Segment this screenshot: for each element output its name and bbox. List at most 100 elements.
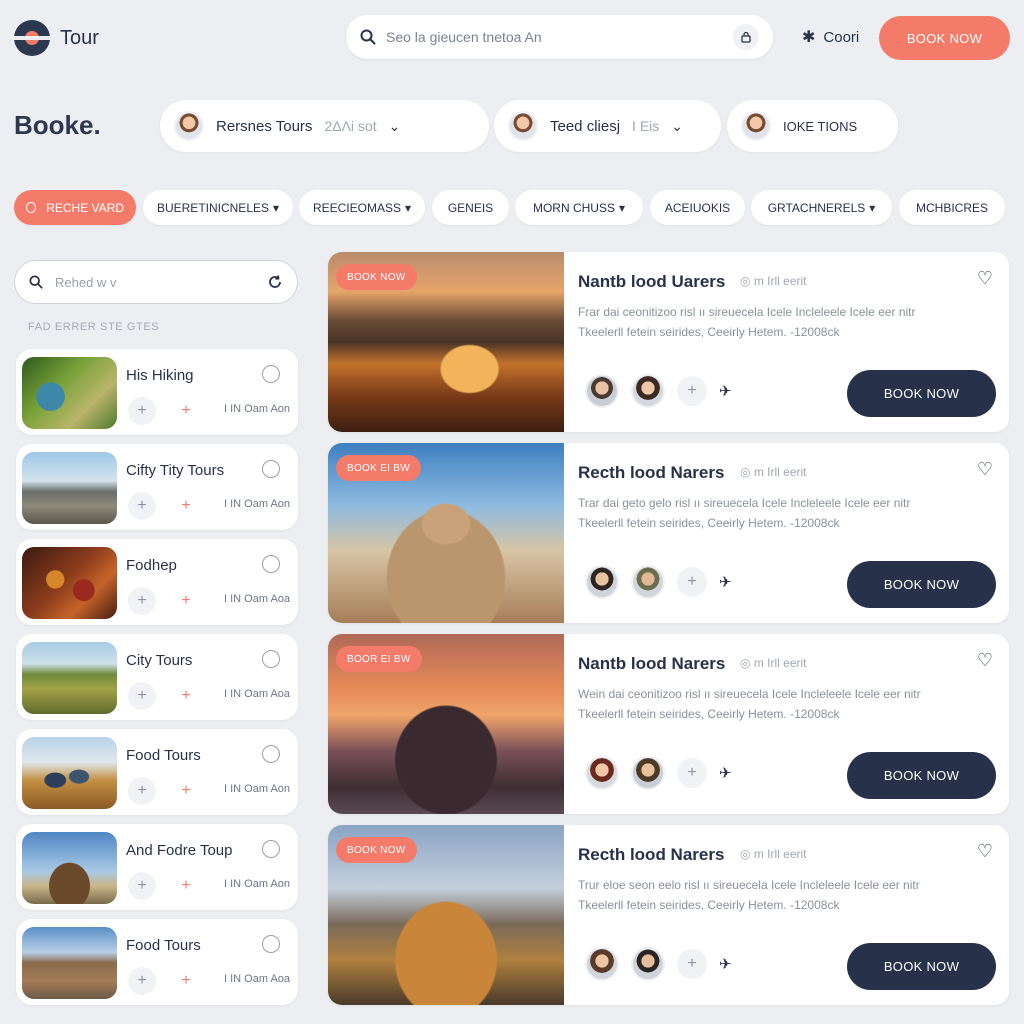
- tour-badge[interactable]: BOOK EI BW: [336, 455, 422, 481]
- heart-icon[interactable]: ♡: [977, 841, 993, 862]
- filter-chip-label: MORN CHUSS: [532, 200, 615, 215]
- global-search-input[interactable]: Seo la gieucen tnetoa An: [346, 15, 773, 59]
- filter-chip-label: RECHE VARD: [46, 200, 124, 215]
- plane-icon[interactable]: ✈: [719, 573, 732, 591]
- add-guide-icon[interactable]: +: [677, 376, 707, 406]
- sidebar-tour-item[interactable]: And Fodre Toup + + I IN Oam Aon: [16, 824, 298, 910]
- tour-thumbnail: [22, 832, 117, 904]
- coori-menu[interactable]: ✱ Coori: [802, 27, 859, 47]
- tour-card[interactable]: BOOK NOW Nantb lood Uarers ◎ m Irll eeri…: [328, 252, 1009, 432]
- filter-chip-6[interactable]: ACEIUOKIS: [650, 190, 745, 225]
- guide-avatar[interactable]: [631, 374, 665, 408]
- plus-icon[interactable]: +: [172, 682, 200, 710]
- tour-tag: ◎ m Irll eerit: [740, 465, 807, 479]
- add-icon[interactable]: +: [128, 587, 156, 615]
- add-icon[interactable]: +: [128, 682, 156, 710]
- filter-chip-label: ACEIUOKIS: [664, 200, 731, 215]
- guide-avatar[interactable]: [585, 565, 619, 599]
- sidebar-search-input[interactable]: Rehed w v: [14, 260, 298, 304]
- sidebar-tour-item[interactable]: City Tours + + I IN Oam Aoa: [16, 634, 298, 720]
- guide-avatar[interactable]: [631, 947, 665, 981]
- pin-icon: ◎: [740, 465, 754, 479]
- filter-chip-2[interactable]: BUERETINICNELES ▾: [143, 190, 293, 225]
- plane-icon[interactable]: ✈: [719, 764, 732, 782]
- plus-icon[interactable]: +: [172, 492, 200, 520]
- guide-avatar[interactable]: [631, 565, 665, 599]
- sidebar-item-title: Food Tours: [126, 937, 201, 954]
- add-guide-icon[interactable]: +: [677, 949, 707, 979]
- guide-avatar[interactable]: [585, 756, 619, 790]
- app-logo[interactable]: Tour: [14, 20, 99, 56]
- tour-tag: ◎ m Irll eerit: [740, 847, 807, 861]
- select-radio[interactable]: [262, 745, 280, 763]
- select-radio[interactable]: [262, 650, 280, 668]
- plus-icon[interactable]: +: [172, 967, 200, 995]
- filter-chip-3[interactable]: REECIEOMASS ▾: [299, 190, 425, 225]
- guide-avatar[interactable]: [585, 374, 619, 408]
- select-radio[interactable]: [262, 365, 280, 383]
- chevron-down-icon: ▾: [405, 200, 412, 215]
- sidebar-tour-item[interactable]: Food Tours + + I IN Oam Aoa: [16, 919, 298, 1005]
- add-guide-icon[interactable]: +: [677, 567, 707, 597]
- plane-icon[interactable]: ✈: [719, 955, 732, 973]
- plus-icon[interactable]: +: [172, 777, 200, 805]
- tour-badge[interactable]: BOOR EI BW: [336, 646, 422, 672]
- plus-icon[interactable]: +: [172, 587, 200, 615]
- sidebar-tour-item[interactable]: His Hiking + + I IN Oam Aon: [16, 349, 298, 435]
- tour-badge[interactable]: BOOK NOW: [336, 837, 417, 863]
- tour-card[interactable]: BOOR EI BW Nantb lood Narers ◎ m Irll ee…: [328, 634, 1009, 814]
- heart-icon[interactable]: ♡: [977, 459, 993, 480]
- tour-guides: + ✈: [585, 565, 732, 599]
- lock-icon[interactable]: [733, 24, 759, 50]
- filter-chip-label: MCHBICRES: [915, 200, 988, 215]
- tour-card[interactable]: BOOK NOW Recth lood Narers ◎ m Irll eeri…: [328, 825, 1009, 1005]
- sidebar-tour-item[interactable]: Fodhep + + I IN Oam Aoa: [16, 539, 298, 625]
- select-radio[interactable]: [262, 555, 280, 573]
- plus-icon[interactable]: +: [172, 872, 200, 900]
- add-guide-icon[interactable]: +: [677, 758, 707, 788]
- plus-icon[interactable]: +: [172, 397, 200, 425]
- header-book-now-button[interactable]: BOOK NOW: [879, 16, 1010, 60]
- tour-badge[interactable]: BOOK NOW: [336, 264, 417, 290]
- sidebar-item-title: Food Tours: [126, 747, 201, 764]
- coori-label: Coori: [823, 28, 860, 46]
- guide-avatar[interactable]: [585, 947, 619, 981]
- sidebar-item-title: Fodhep: [126, 557, 177, 574]
- select-radio[interactable]: [262, 935, 280, 953]
- guide-selector-2[interactable]: Teed cliesj I Eis ⌄: [494, 100, 721, 152]
- refresh-icon[interactable]: [267, 274, 283, 290]
- tour-card[interactable]: BOOK EI BW Recth lood Narers ◎ m Irll ee…: [328, 443, 1009, 623]
- add-icon[interactable]: +: [128, 492, 156, 520]
- book-now-button[interactable]: BOOK NOW: [847, 752, 996, 799]
- sidebar-tour-item[interactable]: Food Tours + + I IN Oam Aon: [16, 729, 298, 815]
- guide-selector-sub: 2ΔΛi sot: [324, 118, 377, 134]
- sidebar-tour-item[interactable]: Cifty Tity Tours + + I IN Oam Aon: [16, 444, 298, 530]
- chevron-down-icon: ⌄: [671, 117, 684, 134]
- plane-icon[interactable]: ✈: [719, 382, 732, 400]
- tour-title: Recth lood Narers: [578, 845, 725, 864]
- filter-chip-5[interactable]: MORN CHUSS ▾: [515, 190, 643, 225]
- heart-icon[interactable]: ♡: [977, 268, 993, 289]
- book-now-button[interactable]: BOOK NOW: [847, 370, 996, 417]
- add-icon[interactable]: +: [128, 967, 156, 995]
- search-placeholder: Seo la gieucen tnetoa An: [386, 29, 542, 45]
- book-now-button[interactable]: BOOK NOW: [847, 943, 996, 990]
- guide-selector-1[interactable]: Rersnes Tours 2ΔΛi sot ⌄: [160, 100, 489, 152]
- filter-chip-7[interactable]: GRTACHNERELS ▾: [751, 190, 892, 225]
- guide-selector-3[interactable]: IOKE TIONS: [727, 100, 898, 152]
- guide-avatar[interactable]: [631, 756, 665, 790]
- book-now-button[interactable]: BOOK NOW: [847, 561, 996, 608]
- guide-selector-label: Rersnes Tours: [216, 117, 313, 135]
- filter-chip-4[interactable]: GENEIS: [432, 190, 509, 225]
- sidebar-item-meta: I IN Oam Aon: [224, 783, 291, 795]
- add-icon[interactable]: +: [128, 397, 156, 425]
- tour-title: Nantb lood Uarers: [578, 272, 726, 291]
- add-icon[interactable]: +: [128, 872, 156, 900]
- logo-text: Tour: [60, 26, 99, 49]
- select-radio[interactable]: [262, 840, 280, 858]
- add-icon[interactable]: +: [128, 777, 156, 805]
- select-radio[interactable]: [262, 460, 280, 478]
- filter-chip-8[interactable]: MCHBICRES: [899, 190, 1005, 225]
- filter-chip-1[interactable]: RECHE VARD: [14, 190, 136, 225]
- heart-icon[interactable]: ♡: [977, 650, 993, 671]
